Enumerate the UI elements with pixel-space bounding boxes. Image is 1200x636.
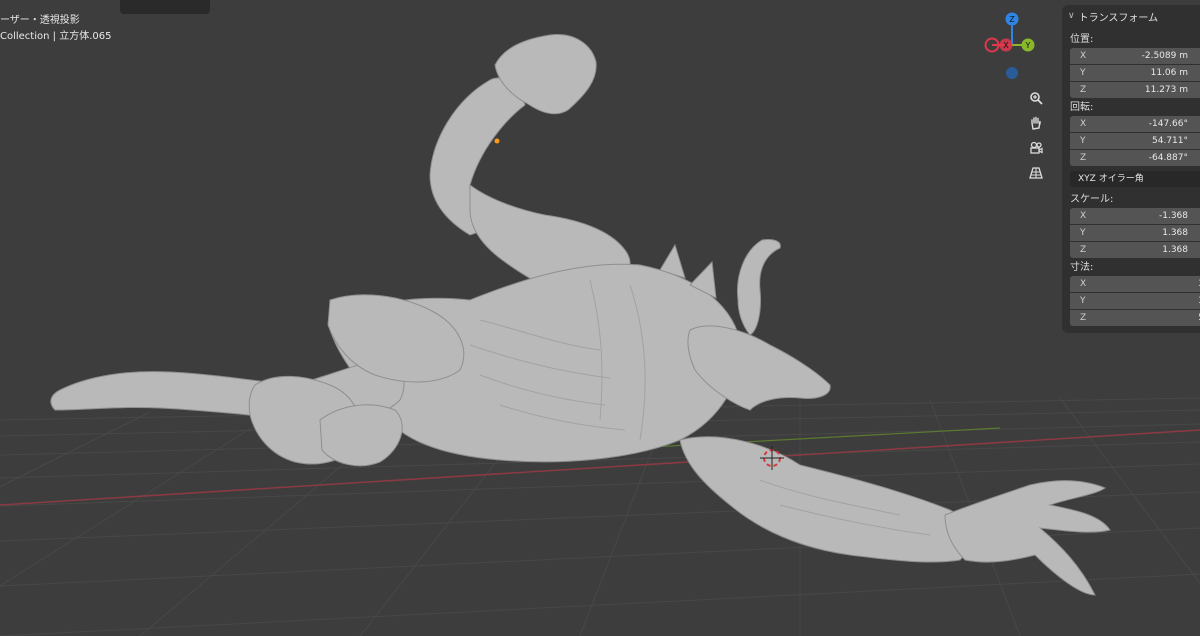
scale-label: スケール:	[1070, 194, 1114, 205]
header-fragment	[120, 0, 210, 14]
transform-panel-title: トランスフォーム	[1078, 12, 1159, 24]
3d-viewport[interactable]: ーザー・透視投影 Collection | 立方体.065 Z X Y ∨ トラ…	[0, 0, 1200, 636]
object-origin	[494, 138, 500, 144]
location-x-field[interactable]: X -2.5089 m	[1070, 48, 1200, 64]
transform-panel: ∨ トランスフォーム 位置: X -2.5089 m Y 11.06 m Z 11.2…	[1062, 5, 1200, 333]
transform-panel-header[interactable]: ∨ トランスフォーム	[1062, 5, 1200, 27]
scale-y-field[interactable]: Y 1.368	[1070, 225, 1200, 241]
view-mode-label: ーザー・透視投影	[0, 15, 80, 26]
scale-x-field[interactable]: X -1.368	[1070, 208, 1200, 224]
gizmo-x-label: X	[1003, 41, 1009, 50]
rotation-x-field[interactable]: X -147.66°	[1070, 116, 1200, 132]
collection-object-label: Collection | 立方体.065	[0, 31, 112, 42]
dimensions-z-field[interactable]: Z5	[1070, 310, 1200, 326]
rotation-label: 回転:	[1070, 102, 1094, 113]
camera-icon[interactable]	[1024, 137, 1048, 159]
scale-z-field[interactable]: Z 1.368	[1070, 242, 1200, 258]
location-y-field[interactable]: Y 11.06 m	[1070, 65, 1200, 81]
gizmo-z-label: Z	[1009, 15, 1015, 24]
dimensions-x-field[interactable]: X3	[1070, 276, 1200, 292]
location-z-field[interactable]: Z 11.273 m	[1070, 82, 1200, 98]
gizmo-y-label: Y	[1025, 41, 1031, 50]
navigation-gizmo[interactable]: Z X Y	[980, 10, 1050, 85]
rotation-mode-dropdown[interactable]: XYZ オイラー角	[1070, 171, 1200, 187]
dimensions-y-field[interactable]: Y3	[1070, 293, 1200, 309]
floor-grid	[0, 34, 1200, 636]
zoom-icon[interactable]	[1024, 87, 1048, 109]
grid-ortho-icon[interactable]	[1024, 162, 1048, 184]
chevron-down-icon: ∨	[1068, 11, 1075, 21]
dimensions-label: 寸法:	[1070, 262, 1094, 273]
rotation-z-field[interactable]: Z -64.887°	[1070, 150, 1200, 166]
hand-pan-icon[interactable]	[1024, 112, 1048, 134]
dragon-sculpt	[50, 34, 1111, 596]
rotation-y-field[interactable]: Y 54.711°	[1070, 133, 1200, 149]
location-label: 位置:	[1070, 34, 1094, 45]
